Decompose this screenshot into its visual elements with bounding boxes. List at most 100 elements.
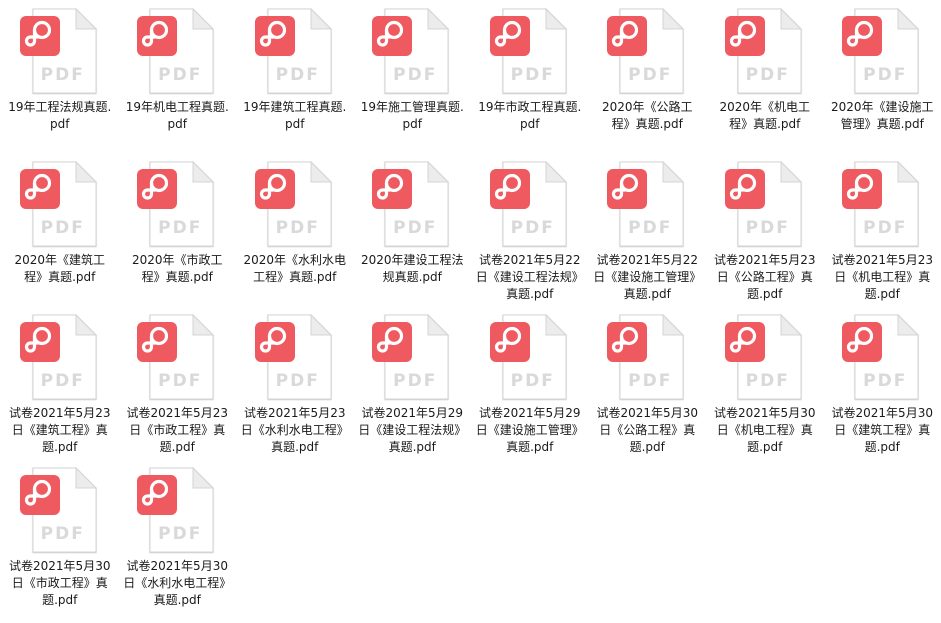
pdf-label: PDF	[863, 218, 908, 238]
pdf-file-icon: PDF	[607, 313, 687, 401]
file-item-11[interactable]: PDF 2020年《水利水电工程》真题.pdf	[236, 159, 354, 312]
file-item-8[interactable]: PDF 2020年《建设施工管理》真题.pdf	[824, 6, 941, 159]
file-item-20[interactable]: PDF 试卷2021年5月29日《建设工程法规》真题.pdf	[354, 312, 472, 465]
pdf-file-icon: PDF	[724, 7, 805, 95]
file-name: 2020年《公路工程》真题.pdf	[601, 100, 693, 131]
pdf-file-icon: PDF	[489, 313, 570, 401]
file-name: 试卷2021年5月30日《机电工程》真题.pdf	[714, 406, 816, 454]
file-name: 试卷2021年5月30日《建筑工程》真题.pdf	[831, 406, 933, 454]
file-name: 19年机电工程真题.pdf	[125, 100, 229, 131]
pdf-label: PDF	[745, 65, 790, 85]
pdf-file-icon: PDF	[19, 160, 100, 248]
pdf-file-icon: PDF	[137, 313, 217, 401]
pdf-label: PDF	[628, 218, 673, 238]
file-item-10[interactable]: PDF 2020年《市政工程》真题.pdf	[119, 159, 237, 312]
file-name: 试卷2021年5月23日《市政工程》真题.pdf	[126, 406, 228, 454]
file-name: 19年市政工程真题.pdf	[478, 100, 582, 131]
file-item-24[interactable]: PDF 试卷2021年5月30日《建筑工程》真题.pdf	[824, 312, 941, 465]
file-item-18[interactable]: PDF 试卷2021年5月23日《市政工程》真题.pdf	[119, 312, 237, 465]
pdf-label: PDF	[393, 65, 438, 85]
pdf-label: PDF	[275, 371, 320, 391]
file-name: 试卷2021年5月23日《水利水电工程》真题.pdf	[240, 406, 349, 454]
pdf-file-icon: PDF	[372, 160, 452, 248]
file-name: 19年建筑工程真题.pdf	[243, 100, 347, 131]
file-item-2[interactable]: PDF 19年机电工程真题.pdf	[119, 6, 237, 159]
file-name: 2020年《机电工程》真题.pdf	[719, 100, 811, 131]
pdf-file-icon: PDF	[254, 7, 335, 95]
pdf-file-icon: PDF	[607, 160, 687, 248]
pdf-label: PDF	[40, 524, 85, 544]
pdf-label: PDF	[275, 218, 320, 238]
file-name: 2020年《市政工程》真题.pdf	[131, 253, 223, 284]
file-item-17[interactable]: PDF 试卷2021年5月23日《建筑工程》真题.pdf	[1, 312, 119, 465]
file-grid: PDF 19年工程法规真题.pdf PDF 19年机电工程真题.pdf PDF …	[0, 0, 941, 623]
pdf-label: PDF	[393, 371, 438, 391]
file-item-15[interactable]: PDF 试卷2021年5月23日《公路工程》真题.pdf	[706, 159, 824, 312]
pdf-label: PDF	[510, 65, 555, 85]
pdf-label: PDF	[745, 218, 790, 238]
pdf-label: PDF	[275, 65, 320, 85]
file-item-23[interactable]: PDF 试卷2021年5月30日《机电工程》真题.pdf	[706, 312, 824, 465]
pdf-label: PDF	[158, 371, 203, 391]
pdf-label: PDF	[158, 524, 203, 544]
file-name: 试卷2021年5月30日《市政工程》真题.pdf	[9, 559, 111, 607]
file-item-22[interactable]: PDF 试卷2021年5月30日《公路工程》真题.pdf	[589, 312, 707, 465]
file-name: 试卷2021年5月30日《水利水电工程》真题.pdf	[123, 559, 232, 607]
pdf-label: PDF	[158, 218, 203, 238]
pdf-label: PDF	[628, 65, 673, 85]
pdf-file-icon: PDF	[137, 466, 217, 554]
file-name: 2020年《建设施工管理》真题.pdf	[830, 100, 934, 131]
pdf-file-icon: PDF	[489, 7, 570, 95]
pdf-file-icon: PDF	[842, 160, 922, 248]
pdf-label: PDF	[40, 65, 85, 85]
pdf-file-icon: PDF	[372, 313, 452, 401]
pdf-file-icon: PDF	[372, 7, 452, 95]
file-item-21[interactable]: PDF 试卷2021年5月29日《建设施工管理》真题.pdf	[471, 312, 589, 465]
pdf-label: PDF	[393, 218, 438, 238]
file-name: 19年施工管理真题.pdf	[360, 100, 464, 131]
file-name: 试卷2021年5月23日《建筑工程》真题.pdf	[9, 406, 111, 454]
file-item-19[interactable]: PDF 试卷2021年5月23日《水利水电工程》真题.pdf	[236, 312, 354, 465]
file-name: 2020年《水利水电工程》真题.pdf	[243, 253, 347, 284]
file-item-5[interactable]: PDF 19年市政工程真题.pdf	[471, 6, 589, 159]
pdf-label: PDF	[510, 371, 555, 391]
pdf-label: PDF	[863, 65, 908, 85]
pdf-file-icon: PDF	[19, 7, 100, 95]
file-item-7[interactable]: PDF 2020年《机电工程》真题.pdf	[706, 6, 824, 159]
pdf-file-icon: PDF	[842, 313, 922, 401]
file-name: 试卷2021年5月23日《公路工程》真题.pdf	[714, 253, 816, 301]
file-item-1[interactable]: PDF 19年工程法规真题.pdf	[1, 6, 119, 159]
pdf-file-icon: PDF	[489, 160, 570, 248]
pdf-file-icon: PDF	[254, 160, 335, 248]
pdf-file-icon: PDF	[724, 313, 805, 401]
pdf-label: PDF	[745, 371, 790, 391]
pdf-label: PDF	[628, 371, 673, 391]
pdf-file-icon: PDF	[137, 7, 217, 95]
file-item-3[interactable]: PDF 19年建筑工程真题.pdf	[236, 6, 354, 159]
file-name: 试卷2021年5月29日《建设施工管理》真题.pdf	[475, 406, 584, 454]
pdf-file-icon: PDF	[137, 160, 217, 248]
pdf-file-icon: PDF	[19, 313, 100, 401]
pdf-label: PDF	[510, 218, 555, 238]
file-name: 试卷2021年5月23日《机电工程》真题.pdf	[831, 253, 933, 301]
file-name: 试卷2021年5月30日《公路工程》真题.pdf	[596, 406, 698, 454]
file-item-25[interactable]: PDF 试卷2021年5月30日《市政工程》真题.pdf	[1, 465, 119, 618]
pdf-label: PDF	[158, 65, 203, 85]
file-item-14[interactable]: PDF 试卷2021年5月22日《建设施工管理》真题.pdf	[589, 159, 707, 312]
pdf-label: PDF	[40, 371, 85, 391]
file-item-6[interactable]: PDF 2020年《公路工程》真题.pdf	[589, 6, 707, 159]
file-name: 2020年《建筑工程》真题.pdf	[14, 253, 106, 284]
file-item-16[interactable]: PDF 试卷2021年5月23日《机电工程》真题.pdf	[824, 159, 941, 312]
file-name: 试卷2021年5月29日《建设工程法规》真题.pdf	[358, 406, 467, 454]
pdf-file-icon: PDF	[607, 7, 687, 95]
file-name: 2020年建设工程法规真题.pdf	[360, 253, 464, 284]
file-item-4[interactable]: PDF 19年施工管理真题.pdf	[354, 6, 472, 159]
pdf-file-icon: PDF	[842, 7, 922, 95]
file-item-9[interactable]: PDF 2020年《建筑工程》真题.pdf	[1, 159, 119, 312]
pdf-file-icon: PDF	[254, 313, 335, 401]
file-name: 试卷2021年5月22日《建设工程法规》真题.pdf	[475, 253, 584, 301]
file-item-26[interactable]: PDF 试卷2021年5月30日《水利水电工程》真题.pdf	[119, 465, 237, 618]
file-item-12[interactable]: PDF 2020年建设工程法规真题.pdf	[354, 159, 472, 312]
pdf-label: PDF	[863, 371, 908, 391]
file-item-13[interactable]: PDF 试卷2021年5月22日《建设工程法规》真题.pdf	[471, 159, 589, 312]
